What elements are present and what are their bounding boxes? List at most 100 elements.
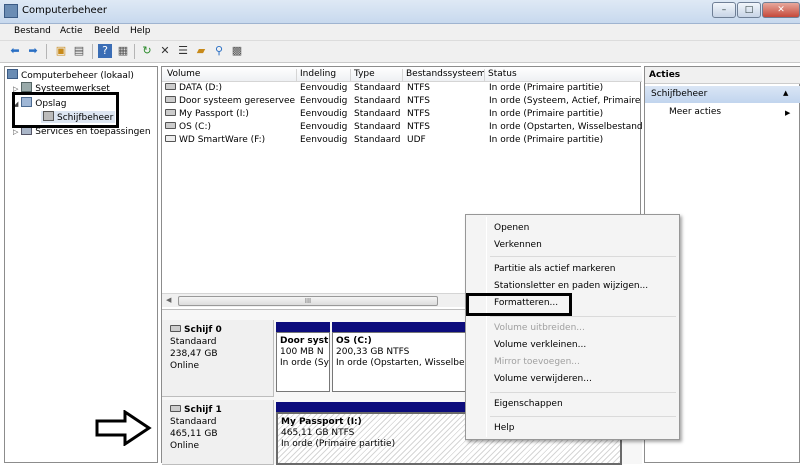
menu-item-partitie-actief[interactable]: Partitie als actief markeren xyxy=(494,264,615,274)
table-row[interactable]: My Passport (I:) Eenvoudig Standaard NTF… xyxy=(162,109,642,122)
type-cell: Standaard xyxy=(354,109,401,119)
title-bar: Computerbeheer – □ ✕ xyxy=(0,0,800,24)
partition-status: In orde (Primaire partitie) xyxy=(281,439,396,449)
menu-item-volume-verkleinen[interactable]: Volume verkleinen... xyxy=(494,340,586,350)
status-cell: In orde (Opstarten, Wisselbestand, C xyxy=(489,122,642,132)
scroll-left-icon[interactable]: ◀ xyxy=(166,296,171,304)
menu-item-mirror-toevoegen: Mirror toevoegen... xyxy=(494,357,580,367)
properties-icon[interactable]: ☰ xyxy=(176,44,190,58)
disk-icon[interactable]: ▩ xyxy=(230,44,244,58)
menu-actie[interactable]: Actie xyxy=(60,26,83,36)
up-folder-icon[interactable]: ▣ xyxy=(54,44,68,58)
menu-separator xyxy=(490,392,676,393)
maximize-button[interactable]: □ xyxy=(737,2,761,18)
computer-icon xyxy=(7,69,18,79)
layout-cell: Eenvoudig xyxy=(300,83,348,93)
layout-cell: Eenvoudig xyxy=(300,122,348,132)
filesystem-cell: NTFS xyxy=(407,96,430,106)
filesystem-cell: UDF xyxy=(407,135,426,145)
partition-size: 100 MB N xyxy=(280,347,324,357)
menu-bestand[interactable]: Bestand xyxy=(14,26,51,36)
layout-cell: Eenvoudig xyxy=(300,96,348,106)
disk-0-label[interactable]: Schijf 0 Standaard 238,47 GB Online xyxy=(162,320,274,397)
collapse-up-icon[interactable]: ▲ xyxy=(783,89,788,97)
actions-section-schijfbeheer[interactable]: Schijfbeheer ▲ xyxy=(645,86,800,103)
drive-icon xyxy=(165,122,176,129)
disk-name: Schijf 1 xyxy=(184,405,222,415)
show-hide-tree-icon[interactable]: ▤ xyxy=(72,44,86,58)
menu-separator xyxy=(490,256,676,257)
menu-help[interactable]: Help xyxy=(130,26,151,36)
disk-icon xyxy=(170,405,181,412)
volume-cell: WD SmartWare (F:) xyxy=(165,135,295,145)
help-icon[interactable]: ? xyxy=(98,44,112,58)
table-row[interactable]: Door systeem gereserveerd Eenvoudig Stan… xyxy=(162,96,642,109)
column-header-type[interactable]: Type xyxy=(350,69,375,82)
table-row[interactable]: WD SmartWare (F:) Eenvoudig Standaard UD… xyxy=(162,135,642,148)
disk-1-label[interactable]: Schijf 1 Standaard 465,11 GB Online xyxy=(162,400,274,465)
forward-arrow-icon[interactable]: ➡ xyxy=(26,44,40,58)
open-folder-icon[interactable]: ▰ xyxy=(194,44,208,58)
partition-reserved[interactable]: Door syst 100 MB N In orde (Sy xyxy=(276,332,330,392)
disk-type: Standaard xyxy=(170,417,217,427)
filesystem-cell: NTFS xyxy=(407,122,430,132)
search-icon[interactable]: ⚲ xyxy=(212,44,226,58)
highlight-box-formatteren xyxy=(466,293,572,316)
scrollbar-thumb[interactable]: III xyxy=(178,296,438,306)
table-row[interactable]: DATA (D:) Eenvoudig Standaard NTFS In or… xyxy=(162,83,642,96)
volume-cell: OS (C:) xyxy=(165,122,295,132)
disk-icon xyxy=(170,325,181,332)
type-cell: Standaard xyxy=(354,96,401,106)
back-arrow-icon[interactable]: ⬅ xyxy=(8,44,22,58)
layout-cell: Eenvoudig xyxy=(300,109,348,119)
menu-item-help[interactable]: Help xyxy=(494,423,515,433)
volume-list-header: Volume Indeling Type Bestandssysteem Sta… xyxy=(162,67,642,82)
column-header-volume[interactable]: Volume xyxy=(164,69,200,82)
toolbar-separator xyxy=(46,44,47,59)
actions-section-label: Schijfbeheer xyxy=(651,89,708,99)
status-cell: In orde (Primaire partitie) xyxy=(489,109,604,119)
window-title: Computerbeheer xyxy=(22,5,107,16)
app-icon xyxy=(4,4,18,18)
column-header-bestandssysteem[interactable]: Bestandssysteem xyxy=(402,69,486,82)
menu-gutter xyxy=(486,217,487,437)
menu-item-stationsletter[interactable]: Stationsletter en paden wijzigen... xyxy=(494,281,648,291)
menu-bar: Bestand Actie Beeld Help xyxy=(0,24,800,41)
partition-bar xyxy=(276,322,330,332)
toolbar-separator xyxy=(134,44,135,59)
chevron-right-icon[interactable]: ▶ xyxy=(785,109,790,117)
column-header-indeling[interactable]: Indeling xyxy=(296,69,336,82)
more-actions-label: Meer acties xyxy=(669,107,722,117)
menu-item-eigenschappen[interactable]: Eigenschappen xyxy=(494,399,563,409)
volume-cell: Door systeem gereserveerd xyxy=(165,96,295,106)
partition-title: Door syst xyxy=(280,336,329,346)
drive-icon xyxy=(165,109,176,116)
volume-cell: My Passport (I:) xyxy=(165,109,295,119)
volume-name: My Passport (I:) xyxy=(179,109,249,119)
menu-item-openen[interactable]: Openen xyxy=(494,223,529,233)
disk-status: Online xyxy=(170,361,200,371)
menu-beeld[interactable]: Beeld xyxy=(94,26,119,36)
status-cell: In orde (Primaire partitie) xyxy=(489,83,604,93)
type-cell: Standaard xyxy=(354,135,401,145)
tree-item-label: Services en toepassingen xyxy=(35,127,151,137)
refresh-icon[interactable]: ↻ xyxy=(140,44,154,58)
more-actions[interactable]: Meer acties xyxy=(669,107,721,117)
menu-item-volume-verwijderen[interactable]: Volume verwijderen... xyxy=(494,374,592,384)
volume-name: Door systeem gereserveerd xyxy=(179,96,295,106)
status-cell: In orde (Primaire partitie) xyxy=(489,135,604,145)
close-button[interactable]: ✕ xyxy=(762,2,800,18)
table-row[interactable]: OS (C:) Eenvoudig Standaard NTFS In orde… xyxy=(162,122,642,135)
toolbar-separator xyxy=(92,44,93,59)
menu-separator xyxy=(490,416,676,417)
action-pane-icon[interactable]: ▦ xyxy=(116,44,130,58)
column-header-status[interactable]: Status xyxy=(484,69,517,82)
minimize-button[interactable]: – xyxy=(712,2,736,18)
menu-item-volume-uitbreiden: Volume uitbreiden... xyxy=(494,323,585,333)
expand-arrow-icon[interactable]: ▷ xyxy=(13,128,18,136)
volume-name: WD SmartWare (F:) xyxy=(179,135,266,145)
delete-icon[interactable]: ✕ xyxy=(158,44,172,58)
menu-item-verkennen[interactable]: Verkennen xyxy=(494,240,542,250)
toolbar: ⬅ ➡ ▣ ▤ ? ▦ ↻ ✕ ☰ ▰ ⚲ ▩ xyxy=(0,41,800,63)
tree-root[interactable]: Computerbeheer (lokaal) xyxy=(7,69,134,81)
